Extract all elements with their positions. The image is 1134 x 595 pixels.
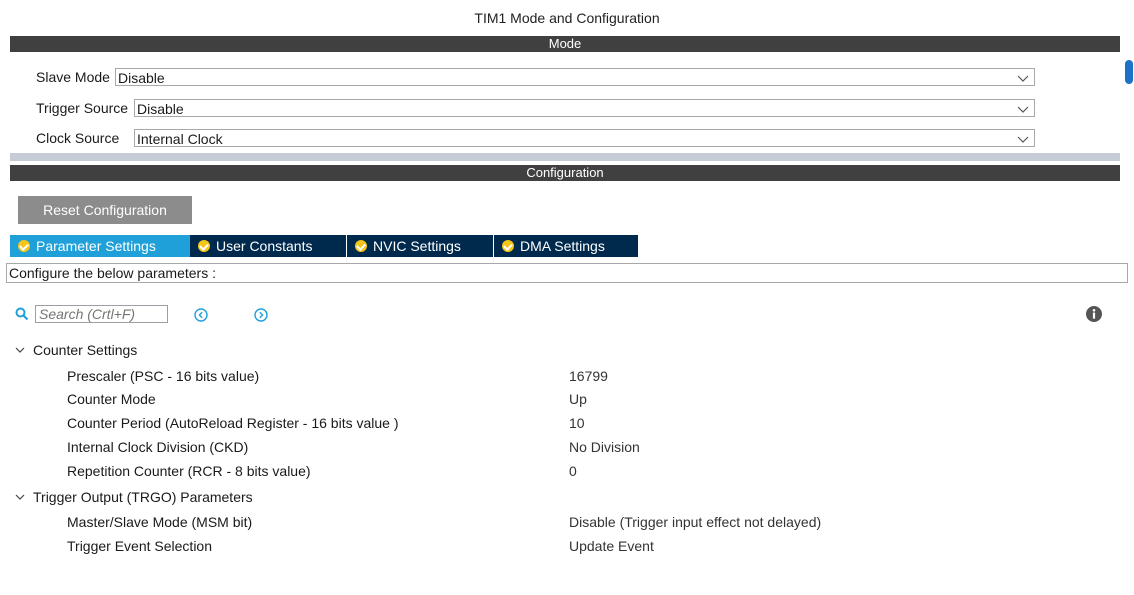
tab-label: DMA Settings [520, 238, 605, 254]
slave-mode-label: Slave Mode [36, 69, 110, 85]
tab-label: User Constants [216, 238, 313, 254]
chevron-down-icon [1017, 106, 1029, 113]
previous-result-icon[interactable] [194, 308, 208, 322]
window-title: TIM1 Mode and Configuration [474, 10, 660, 26]
param-label: Master/Slave Mode (MSM bit) [67, 514, 253, 530]
tab-dma-settings[interactable]: DMA Settings [494, 235, 639, 257]
param-value[interactable]: 10 [569, 415, 585, 431]
param-value[interactable]: 0 [569, 463, 577, 479]
check-circle-icon [18, 240, 30, 252]
check-circle-icon [198, 240, 210, 252]
configuration-section-header: Configuration [10, 165, 1120, 181]
param-value[interactable]: Update Event [569, 538, 654, 554]
slave-mode-select[interactable]: Disable [115, 68, 1035, 86]
clock-source-value: Internal Clock [137, 131, 223, 147]
param-label: Repetition Counter (RCR - 8 bits value) [67, 463, 311, 479]
group-counter-settings[interactable]: Counter Settings [33, 342, 137, 358]
check-circle-icon [502, 240, 514, 252]
trigger-source-label: Trigger Source [36, 100, 129, 116]
param-value[interactable]: 16799 [569, 368, 608, 384]
next-result-icon[interactable] [254, 308, 268, 322]
param-label: Internal Clock Division (CKD) [67, 439, 249, 455]
chevron-down-icon [1017, 75, 1029, 82]
chevron-down-icon [1017, 136, 1029, 143]
trigger-source-select[interactable]: Disable [134, 99, 1035, 117]
chevron-down-icon[interactable] [14, 491, 26, 503]
check-circle-icon [355, 240, 367, 252]
tab-user-constants[interactable]: User Constants [190, 235, 347, 257]
param-label: Trigger Event Selection [67, 538, 212, 554]
panel-splitter[interactable] [10, 153, 1120, 161]
search-icon[interactable] [15, 307, 29, 321]
reset-configuration-button[interactable]: Reset Configuration [18, 196, 192, 224]
tab-label: Parameter Settings [36, 238, 156, 254]
param-value[interactable]: Disable (Trigger input effect not delaye… [569, 514, 821, 530]
configure-hint: Configure the below parameters : [6, 263, 1128, 283]
tab-parameter-settings[interactable]: Parameter Settings [10, 235, 190, 257]
trigger-source-value: Disable [137, 101, 184, 117]
param-label: Prescaler (PSC - 16 bits value) [67, 368, 260, 384]
group-trigger-output[interactable]: Trigger Output (TRGO) Parameters [33, 489, 253, 505]
info-icon[interactable] [1086, 306, 1102, 322]
slave-mode-value: Disable [118, 70, 165, 86]
clock-source-label: Clock Source [36, 130, 120, 146]
mode-scrollbar-thumb[interactable] [1125, 60, 1133, 84]
param-label: Counter Period (AutoReload Register - 16… [67, 415, 399, 431]
mode-section-header: Mode [10, 36, 1120, 52]
param-value[interactable]: Up [569, 391, 587, 407]
param-label: Counter Mode [67, 391, 156, 407]
param-value[interactable]: No Division [569, 439, 640, 455]
tab-nvic-settings[interactable]: NVIC Settings [347, 235, 494, 257]
search-input[interactable] [35, 305, 168, 323]
chevron-down-icon[interactable] [14, 344, 26, 356]
clock-source-select[interactable]: Internal Clock [134, 129, 1035, 147]
tab-label: NVIC Settings [373, 238, 461, 254]
